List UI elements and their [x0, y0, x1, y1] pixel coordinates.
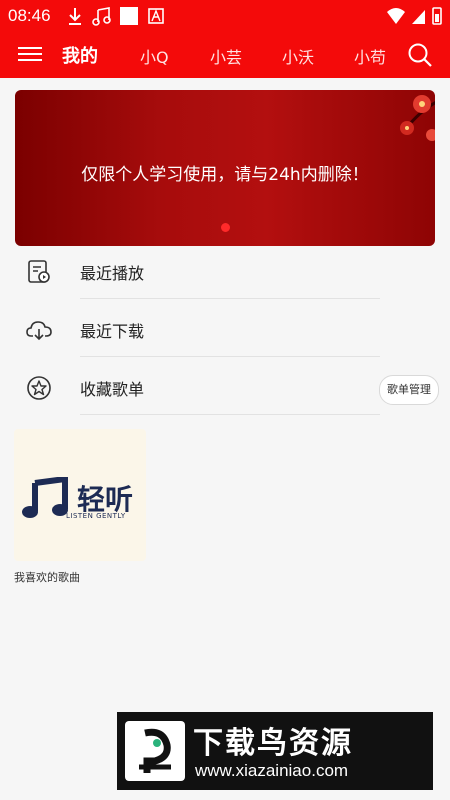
- divider: [80, 356, 380, 357]
- recent-download-row[interactable]: 最近下载: [0, 301, 450, 357]
- watermark-url: www.xiazainiao.com: [195, 761, 349, 780]
- carousel-indicator: [221, 223, 230, 232]
- recent-play-icon: [28, 260, 50, 283]
- banner-text: 仅限个人学习使用，请与24h内删除！: [81, 165, 369, 185]
- tab-xiaoyun[interactable]: 小芸: [210, 44, 242, 68]
- signal-icon: [412, 10, 425, 24]
- app-bar: 我的 小Q 小芸 小沃 小苟: [0, 32, 450, 78]
- divider: [80, 414, 380, 415]
- tab-xiaogou[interactable]: 小苟: [354, 44, 386, 68]
- battery-icon: [432, 7, 442, 25]
- download-icon: [69, 8, 81, 25]
- star-icon: [27, 376, 51, 400]
- recent-play-label: 最近播放: [80, 264, 145, 283]
- watermark-title: 下载鸟资源: [193, 726, 353, 761]
- favorites-label: 收藏歌单: [80, 380, 145, 399]
- menu-icon[interactable]: [18, 43, 42, 65]
- manage-playlists-button[interactable]: 歌单管理: [379, 375, 439, 405]
- wifi-icon: [387, 8, 405, 24]
- cover-subtitle: LISTEN GENTLY: [66, 512, 126, 520]
- cloud-download-icon: [26, 321, 52, 341]
- music-note-logo-icon: [22, 477, 68, 518]
- search-icon[interactable]: [406, 41, 434, 69]
- tab-mine[interactable]: 我的: [62, 42, 98, 68]
- tab-xiaoq[interactable]: 小Q: [140, 44, 169, 68]
- bird-logo-icon: [125, 721, 185, 781]
- square-icon: [120, 7, 138, 25]
- app-a-icon: [148, 8, 164, 24]
- status-bar: 08:46: [0, 0, 450, 32]
- watermark-banner: 下载鸟资源 www.xiazainiao.com: [117, 712, 433, 790]
- tab-xiaowo[interactable]: 小沃: [282, 44, 314, 68]
- music-note-icon: [92, 7, 111, 26]
- playlist-name[interactable]: 我喜欢的歌曲: [14, 569, 80, 585]
- divider: [80, 298, 380, 299]
- recent-play-row[interactable]: 最近播放: [0, 243, 450, 299]
- banner[interactable]: 仅限个人学习使用，请与24h内删除！: [15, 90, 435, 246]
- plum-blossom-decoration: [400, 95, 435, 141]
- playlist-cover[interactable]: 轻听 LISTEN GENTLY: [14, 429, 146, 561]
- status-time: 08:46: [8, 6, 51, 25]
- recent-download-label: 最近下载: [80, 322, 145, 341]
